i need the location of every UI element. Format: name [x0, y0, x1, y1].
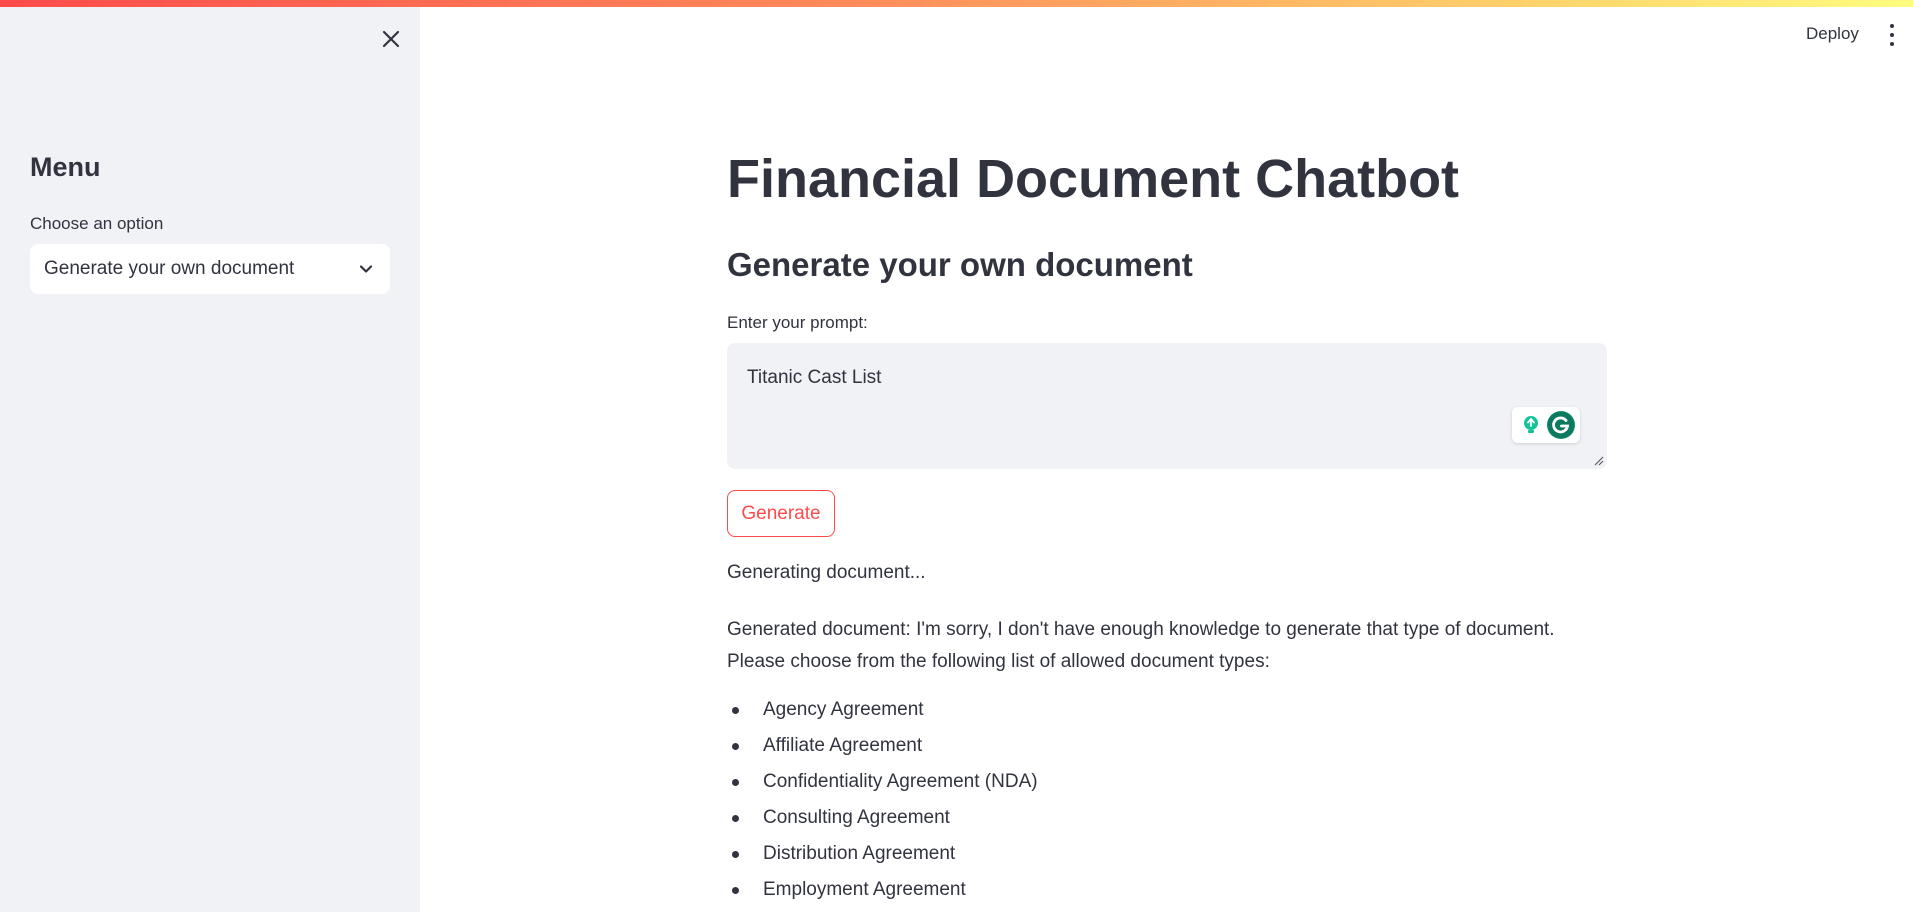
result-line-1: Generated document: I'm sorry, I don't h… [727, 619, 1555, 640]
document-type-list: Agency Agreement Affiliate Agreement Con… [727, 694, 1038, 910]
select-label: Choose an option [30, 214, 164, 233]
top-decoration-stripe [0, 0, 1913, 7]
status-text: Generating document... [727, 562, 926, 583]
more-vert-icon-dot [1890, 33, 1894, 37]
generate-button[interactable]: Generate [727, 490, 835, 537]
grammarly-g-icon[interactable] [1547, 411, 1575, 439]
option-select[interactable]: Generate your own document [30, 244, 390, 294]
prompt-textarea[interactable]: Titanic Cast List [727, 343, 1607, 469]
grammarly-bulb-icon[interactable] [1517, 411, 1545, 439]
grammarly-widget[interactable] [1512, 407, 1580, 443]
main-menu-button[interactable] [1886, 24, 1898, 46]
prompt-text: Titanic Cast List [747, 367, 882, 388]
list-item: Affiliate Agreement [727, 730, 1038, 766]
more-vert-icon [1890, 24, 1894, 28]
close-sidebar-button[interactable] [378, 26, 404, 52]
result-line-2: Please choose from the following list of… [727, 651, 1270, 672]
sidebar: Menu Choose an option Generate your own … [0, 0, 420, 912]
section-title: Generate your own document [727, 246, 1193, 283]
list-item: Employment Agreement [727, 874, 1038, 910]
list-item: Consulting Agreement [727, 802, 1038, 838]
result-text: Generated document: I'm sorry, I don't h… [727, 614, 1607, 678]
prompt-label: Enter your prompt: [727, 313, 868, 332]
list-item: Confidentiality Agreement (NDA) [727, 766, 1038, 802]
deploy-button[interactable]: Deploy [1806, 24, 1859, 44]
chevron-down-icon [359, 265, 373, 273]
resize-grip-icon[interactable] [1592, 454, 1604, 466]
option-select-value: Generate your own document [44, 258, 295, 279]
list-item: Agency Agreement [727, 694, 1038, 730]
sidebar-title: Menu [30, 152, 101, 182]
main-content: Financial Document Chatbot Generate your… [727, 0, 1607, 912]
page-title: Financial Document Chatbot [727, 149, 1460, 209]
close-icon [382, 30, 400, 48]
list-item: Distribution Agreement [727, 838, 1038, 874]
more-vert-icon-dot [1890, 42, 1894, 46]
